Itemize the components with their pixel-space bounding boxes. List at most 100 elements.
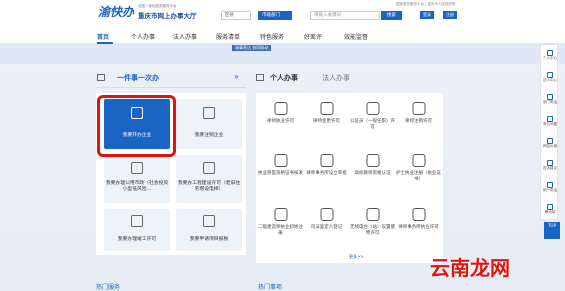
tile-label: 我要申请项目报税: [189, 237, 229, 242]
region-select[interactable]: 区县: [221, 11, 251, 20]
edit-document-icon: [203, 214, 215, 227]
section-title-one-thing: 一件事一次办: [117, 74, 159, 82]
sidebar-label: 移动端: [544, 210, 556, 214]
service-label: 律师事务所设立审批: [306, 171, 347, 176]
service-label: 高校教师资格认证: [354, 171, 391, 176]
highlight-box: [97, 95, 176, 157]
service-law-firm[interactable]: 律师事务所设立审批: [304, 151, 349, 191]
register-button[interactable]: 注册: [443, 11, 457, 19]
certificate-icon: [320, 102, 333, 115]
service-label: 公证员（一般任职）许可: [350, 119, 395, 130]
dept-select[interactable]: 市级部门: [258, 11, 292, 20]
sidebar-item-hotline[interactable]: 统一电话: [541, 179, 559, 199]
sidebar-label: 网站纠错: [543, 144, 557, 148]
sidebar-item-complaint[interactable]: 投诉建议: [541, 157, 559, 177]
service-vet[interactable]: 执业兽医资格证书核发: [258, 151, 303, 191]
person-icon: [274, 208, 287, 221]
service-lawyer-cancel[interactable]: 律师注销许可: [396, 99, 441, 139]
double-chevron-icon[interactable]: »: [234, 72, 239, 81]
tile-close-business[interactable]: 我要注销企业: [176, 99, 242, 149]
service-radio[interactable]: 无线电台（站）设置使用许可: [350, 205, 395, 245]
document-icon: [131, 214, 143, 227]
nav-personal[interactable]: 个人办事: [131, 32, 155, 41]
service-nurse[interactable]: 护士执业注册（执业证书）: [396, 151, 441, 191]
nav-rating[interactable]: 好差评: [304, 32, 322, 41]
certificate-icon: [274, 102, 287, 115]
service-notary[interactable]: 公证员（一般任职）许可: [350, 99, 395, 139]
document-icon: [320, 208, 333, 221]
list-icon: [256, 74, 264, 81]
list-icon: [97, 74, 105, 81]
section-hot-services: 热门服务: [96, 284, 121, 291]
tile-construction-permit[interactable]: 我要办工程建设许可（老旧住宅增设电梯）: [176, 155, 242, 203]
site-title: 重庆市网上办事大厅: [138, 12, 197, 20]
service-forensic[interactable]: 司法鉴定人登记: [304, 205, 349, 245]
graduation-icon: [366, 154, 379, 167]
service-law-firm-license[interactable]: 律师事务所执业许可: [396, 205, 441, 245]
sidebar-label: 个人中心: [543, 56, 557, 60]
service-label: 司法鉴定人登记: [310, 225, 343, 230]
service-label: 律师变更许可: [313, 119, 340, 124]
site-logo[interactable]: 渝快办: [98, 3, 134, 20]
service-lawyer-license[interactable]: 律师执业许可: [258, 99, 303, 139]
search-button[interactable]: 搜索: [381, 11, 402, 20]
sidebar-label: 统一电话: [543, 188, 557, 192]
radio-icon: [366, 208, 379, 221]
floating-sidebar: 个人中心 法人中心 部门电话 常见问题 网站纠错 投诉建议 统一电话 移动端: [540, 44, 558, 220]
watermark: 云南龙网: [430, 256, 510, 280]
sidebar-item-personal[interactable]: 个人中心: [541, 47, 559, 67]
nav-supervision[interactable]: 效能监督: [344, 32, 368, 41]
tile-label: 我要办工程建设许可（老旧住宅增设电梯）: [177, 181, 241, 192]
building-icon: [203, 162, 215, 175]
divider: [96, 87, 246, 88]
tile-label: 我要办理公用市政（社会投资小型低风险…: [105, 181, 169, 192]
building-icon: [320, 154, 333, 167]
tab-legal[interactable]: 法人办事: [322, 73, 350, 83]
sidebar-item-correction[interactable]: 网站纠错: [541, 135, 559, 155]
building-icon: [131, 162, 143, 175]
banner-text: 渝事直达 协同联动: [232, 45, 272, 51]
service-label: 护士执业注册（执业证书）: [396, 171, 441, 182]
banner: [0, 44, 565, 64]
certificate-icon: [366, 102, 379, 115]
login-button[interactable]: 登录: [420, 11, 434, 19]
tile-label: 我要注销企业: [194, 133, 224, 138]
search-input[interactable]: 请输入关键词: [310, 11, 380, 20]
service-label: 二级建造师执业初始注册: [258, 225, 303, 236]
tile-public-utility[interactable]: 我要办理公用市政（社会投资小型低风险…: [104, 155, 170, 203]
tile-project-tax[interactable]: 我要申请项目报税: [176, 209, 242, 251]
sidebar-label: 部门电话: [543, 100, 557, 104]
section-hot-items: 热门事项: [258, 284, 283, 291]
nav-service-list[interactable]: 服务清单: [216, 32, 240, 41]
sidebar-label: 常见问题: [543, 122, 557, 126]
sidebar-item-mobile[interactable]: 移动端: [541, 201, 559, 221]
document-icon: [274, 154, 287, 167]
service-lawyer-change[interactable]: 律师变更许可: [304, 99, 349, 139]
sidebar-item-legal[interactable]: 法人中心: [541, 69, 559, 89]
sidebar-item-phone[interactable]: 部门电话: [541, 91, 559, 111]
service-label: 律师执业许可: [267, 119, 294, 124]
service-builder[interactable]: 二级建造师执业初始注册: [258, 205, 303, 245]
page: 渝快办 全国一体化政务服务平台 重庆市网上办事大厅 区县 市级部门 请输入关键词…: [0, 0, 565, 291]
id-card-icon: [203, 107, 215, 119]
service-teacher[interactable]: 高校教师资格认证: [350, 151, 395, 191]
nav-featured[interactable]: 特色服务: [260, 32, 284, 41]
personal-services-panel: 律师执业许可 律师变更许可 公证员（一般任职）许可 律师注销许可 执业兽医资格证…: [256, 93, 443, 263]
tile-completion-permit[interactable]: 我要办理竣工许可: [104, 209, 170, 251]
more-link[interactable]: 更多>>: [349, 254, 364, 260]
back-to-top-button[interactable]: TOP: [544, 222, 560, 239]
top-links[interactable]: 国家政务服务平台 | 重庆市人民政府网: [396, 2, 455, 7]
sidebar-label: 投诉建议: [543, 166, 557, 170]
document-icon: [412, 208, 425, 221]
nav-legal[interactable]: 法人办事: [173, 32, 197, 41]
service-label: 律师注销许可: [405, 119, 432, 124]
logo-subtitle: 全国一体化政务服务平台: [138, 4, 177, 8]
tab-personal[interactable]: 个人办事: [270, 73, 298, 83]
sidebar-label: 法人中心: [543, 78, 557, 82]
nurse-icon: [412, 154, 425, 167]
nav-home[interactable]: 首页: [97, 32, 109, 41]
sidebar-item-faq[interactable]: 常见问题: [541, 113, 559, 133]
service-label: 执业兽医资格证书核发: [258, 171, 303, 176]
service-label: 律师事务所执业许可: [398, 225, 439, 230]
certificate-icon: [412, 102, 425, 115]
